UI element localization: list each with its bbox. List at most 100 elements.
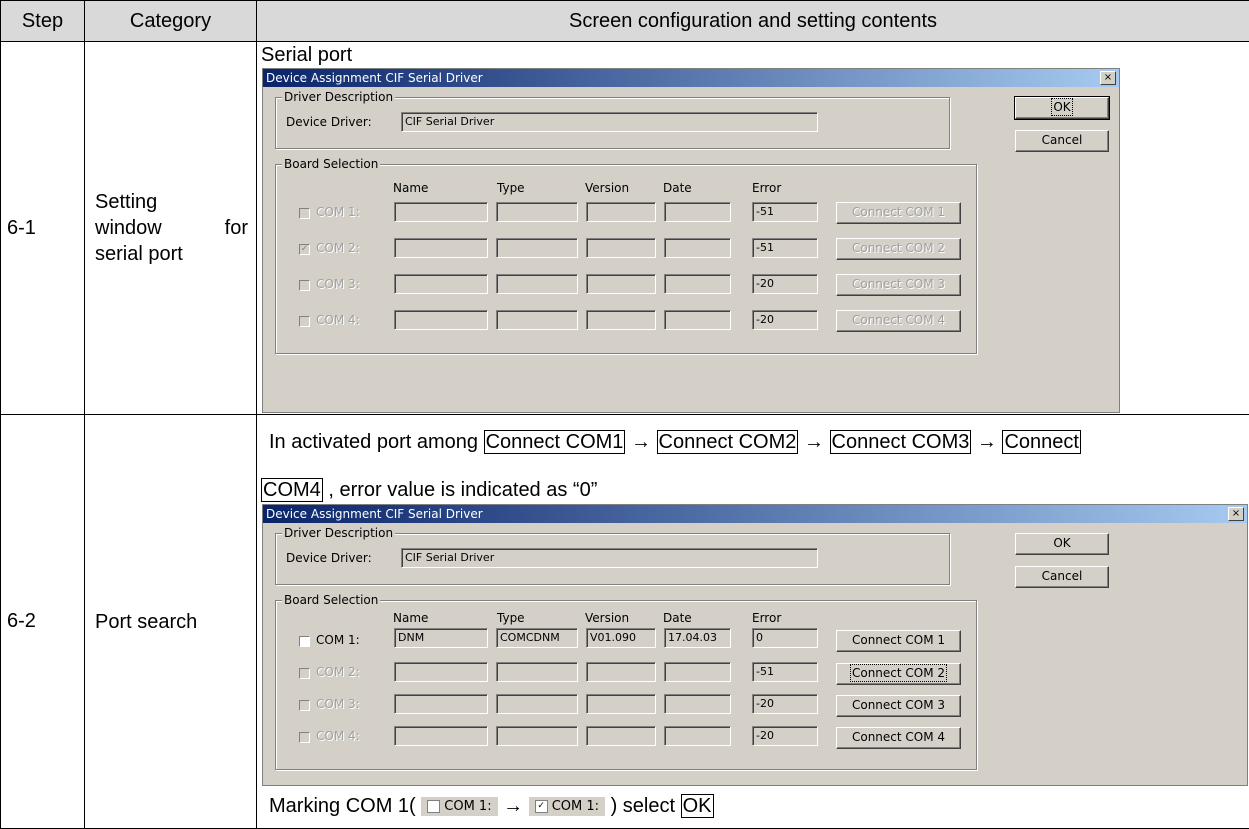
instruction-line-1: In activated port among Connect COM1 → C… — [269, 430, 1081, 454]
com-label: COM 1: — [551, 799, 600, 815]
board-selection-group: Board Selection Name Type Version Date E… — [275, 593, 977, 770]
com-checkbox[interactable] — [299, 700, 310, 711]
port-type-field — [496, 662, 578, 682]
checkbox-empty-icon — [427, 800, 441, 814]
board-selection-group: Board Selection Name Type Version Date E… — [275, 157, 977, 354]
checkbox-checked-icon: ✓ — [534, 800, 548, 814]
connect-com-button[interactable]: Connect COM 1 — [836, 202, 961, 224]
port-error-field: -20 — [752, 274, 818, 294]
arrow-icon: → — [976, 431, 997, 453]
instruction-text: , error value is indicated as “0” — [328, 479, 598, 501]
device-driver-label: Device Driver: — [286, 115, 372, 129]
cancel-button[interactable]: Cancel — [1015, 566, 1109, 588]
port-type-field — [496, 726, 578, 746]
port-version-field — [586, 274, 656, 294]
port-date-field — [664, 202, 731, 222]
arrow-icon: → — [803, 431, 824, 453]
close-icon[interactable]: × — [1100, 71, 1116, 85]
marking-instruction: Marking COM 1( COM 1: → ✓ COM 1: ) select… — [269, 794, 714, 818]
com-checkbox[interactable]: ✓ — [299, 244, 310, 255]
category-line: serial port — [95, 243, 183, 265]
connect-com-button[interactable]: Connect COM 1 — [836, 630, 961, 652]
port-date-field — [664, 238, 731, 258]
com-checkbox[interactable] — [299, 208, 310, 219]
port-error-field: 0 — [752, 628, 818, 648]
port-name-field — [394, 694, 488, 714]
col-type: Type — [497, 611, 525, 625]
port-version-field — [586, 694, 656, 714]
com-label: COM 3: — [316, 697, 360, 711]
arrow-icon: → — [630, 431, 651, 453]
category-6-2: Port search — [84, 414, 257, 829]
marking-ok: OK — [680, 794, 714, 818]
category-6-1: Setting window for serial port — [84, 41, 257, 415]
port-version-field — [586, 662, 656, 682]
ok-button[interactable]: OK — [1014, 96, 1110, 120]
com-label: COM 1: — [444, 799, 492, 815]
connect-com-button[interactable]: Connect COM 2 — [836, 663, 961, 685]
checked-com1-sample: ✓ COM 1: — [528, 797, 606, 817]
category-line: Setting — [95, 191, 158, 213]
port-error-field: -20 — [752, 694, 818, 714]
port-name-field: DNM — [394, 628, 488, 648]
connect-com-button[interactable]: Connect COM 4 — [836, 310, 961, 332]
port-date-field — [664, 662, 731, 682]
header-category: Category — [84, 0, 257, 42]
group-label: Driver Description — [282, 90, 396, 104]
ok-button[interactable]: OK — [1015, 533, 1109, 555]
col-error: Error — [752, 181, 782, 195]
com-checkbox[interactable] — [299, 668, 310, 679]
driver-description-group: Driver Description Device Driver: CIF Se… — [275, 526, 950, 585]
instruction-line-2: COM4 , error value is indicated as “0” — [261, 478, 598, 502]
col-error: Error — [752, 611, 782, 625]
col-name: Name — [393, 181, 429, 195]
col-version: Version — [585, 611, 630, 625]
com-checkbox[interactable] — [299, 280, 310, 291]
com-checkbox[interactable] — [299, 316, 310, 327]
step-6-1: 6-1 — [0, 41, 85, 415]
com-label: COM 1: — [316, 205, 360, 219]
close-icon[interactable]: × — [1228, 507, 1244, 521]
dialog-title-bar: Device Assignment CIF Serial Driver × — [263, 505, 1247, 523]
cancel-button[interactable]: Cancel — [1015, 130, 1109, 152]
port-date-field — [664, 274, 731, 294]
col-date: Date — [663, 611, 692, 625]
driver-description-group: Driver Description Device Driver: CIF Se… — [275, 90, 950, 149]
device-driver-field[interactable]: CIF Serial Driver — [401, 548, 818, 568]
instr-connect-com2: Connect COM2 — [656, 430, 799, 454]
port-name-field — [394, 310, 488, 330]
com-label: COM 2: — [316, 665, 360, 679]
marking-text: ) select — [610, 795, 676, 817]
connect-com-label: Connect COM 2 — [849, 664, 948, 682]
com-label: COM 2: — [316, 241, 360, 255]
row-6-1: 6-1 Setting window for serial port Seria… — [0, 41, 1249, 415]
com-label: COM 4: — [316, 313, 360, 327]
port-date-field — [664, 726, 731, 746]
port-version-field — [586, 238, 656, 258]
col-name: Name — [393, 611, 429, 625]
com-checkbox[interactable] — [299, 732, 310, 743]
com-label: COM 3: — [316, 277, 360, 291]
connect-com-button[interactable]: Connect COM 2 — [836, 238, 961, 260]
port-date-field: 17.04.03 — [664, 628, 731, 648]
content-6-2: In activated port among Connect COM1 → C… — [256, 414, 1249, 829]
connect-com-button[interactable]: Connect COM 4 — [836, 727, 961, 749]
port-error-field: -51 — [752, 238, 818, 258]
port-name-field — [394, 274, 488, 294]
procedure-table: Step Category Screen configuration and s… — [0, 0, 1249, 829]
arrow-icon: → — [503, 795, 524, 817]
category-line: window for — [95, 217, 248, 239]
instr-connect-com3: Connect COM3 — [829, 430, 972, 454]
instr-com4: COM4 — [261, 478, 323, 502]
connect-com-button[interactable]: Connect COM 3 — [836, 695, 961, 717]
com-checkbox[interactable] — [299, 636, 310, 647]
header-content: Screen configuration and setting content… — [256, 0, 1249, 42]
device-driver-field[interactable]: CIF Serial Driver — [401, 112, 818, 132]
header-row: Step Category Screen configuration and s… — [0, 0, 1249, 42]
instr-connect-com4: Connect — [1002, 430, 1081, 454]
connect-com-button[interactable]: Connect COM 3 — [836, 274, 961, 296]
port-version-field — [586, 202, 656, 222]
device-assignment-dialog-2: Device Assignment CIF Serial Driver × Dr… — [262, 504, 1248, 786]
port-version-field — [586, 310, 656, 330]
port-type-field: COMCDNM — [496, 628, 578, 648]
